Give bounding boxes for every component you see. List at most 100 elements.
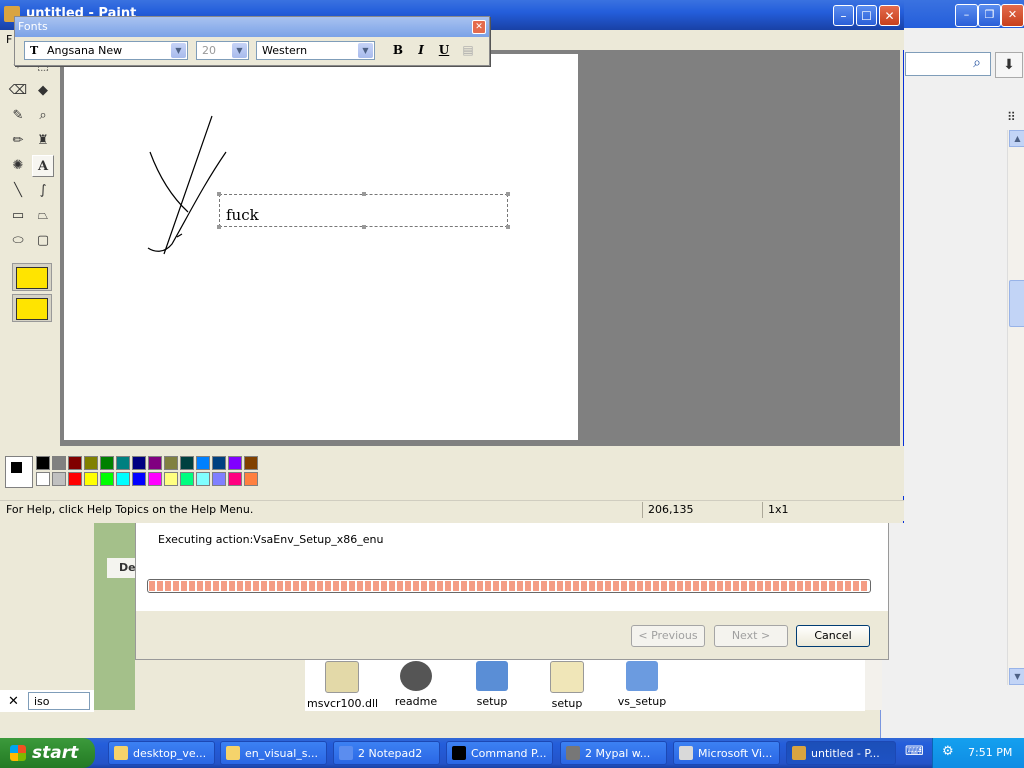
file-item[interactable]: setup [532, 661, 602, 710]
minimize-icon[interactable]: – [833, 5, 854, 26]
cancel-button[interactable]: Cancel [796, 625, 870, 647]
color-swatch[interactable] [180, 472, 194, 486]
close-icon[interactable]: ✕ [1001, 4, 1024, 27]
search-icon[interactable]: ⌕ [967, 53, 987, 73]
font-size-select[interactable]: 20 ▼ [196, 41, 249, 60]
resize-handle[interactable] [506, 192, 510, 196]
fonts-toolbar-titlebar[interactable]: Fonts ✕ [15, 17, 489, 37]
script-select[interactable]: Western ▼ [256, 41, 375, 60]
color-swatch[interactable] [244, 472, 258, 486]
resize-handle[interactable] [362, 225, 366, 229]
color-swatch[interactable] [116, 472, 130, 486]
color-swatch[interactable] [148, 456, 162, 470]
color-swatch[interactable] [212, 472, 226, 486]
keyboard-icon[interactable]: ⌨ [905, 744, 924, 760]
file-item[interactable]: readme [381, 661, 451, 708]
transparent-background-option[interactable] [12, 294, 52, 322]
text-tool-icon[interactable]: A [32, 155, 54, 177]
raccoon-icon [400, 661, 432, 691]
explorer-tab[interactable]: De [107, 558, 136, 578]
close-find-icon[interactable]: ✕ [8, 694, 19, 709]
underline-button[interactable]: U [435, 41, 453, 60]
minimize-icon[interactable]: – [955, 4, 978, 27]
font-name-select[interactable]: T Angsana New ▼ [24, 41, 188, 60]
rounded-rect-icon[interactable]: ▢ [32, 230, 54, 252]
line-icon[interactable]: ╲ [7, 180, 29, 202]
next-button[interactable]: Next > [714, 625, 788, 647]
color-swatch[interactable] [84, 472, 98, 486]
find-input[interactable]: iso [28, 692, 90, 710]
network-icon[interactable]: ⚙ [942, 744, 958, 760]
bold-button[interactable]: B [389, 41, 407, 60]
ellipse-icon[interactable]: ⬭ [7, 230, 29, 252]
download-arrow-icon[interactable]: ⬇ [995, 52, 1023, 78]
color-swatch[interactable] [100, 472, 114, 486]
color-swatch[interactable] [52, 456, 66, 470]
resize-handle[interactable] [506, 225, 510, 229]
color-swatch[interactable] [196, 456, 210, 470]
background-scrollbar[interactable]: ▲ ▼ [1007, 130, 1024, 685]
polygon-icon[interactable]: ⏢ [32, 205, 54, 227]
taskbar-app-icon [339, 746, 353, 760]
color-swatch[interactable] [100, 456, 114, 470]
rectangle-icon[interactable]: ▭ [7, 205, 29, 227]
color-swatch[interactable] [52, 472, 66, 486]
windows-logo-icon [10, 745, 26, 761]
menu-file[interactable]: F [6, 33, 12, 46]
vertical-text-icon[interactable]: ▤ [459, 41, 477, 60]
file-item[interactable]: msvcr100.dll [307, 661, 378, 710]
chevron-down-icon[interactable]: ▼ [232, 43, 247, 58]
scroll-down-icon[interactable]: ▼ [1009, 668, 1024, 685]
fill-icon[interactable]: ◆ [32, 80, 54, 102]
previous-button[interactable]: < Previous [631, 625, 705, 647]
explorer-scrollbar[interactable] [865, 658, 882, 710]
color-swatch[interactable] [132, 472, 146, 486]
color-swatch[interactable] [228, 472, 242, 486]
text-entry-box[interactable] [219, 194, 508, 227]
maximize-icon[interactable]: ☐ [856, 5, 877, 26]
grid-icon: ⠿ [1007, 110, 1016, 124]
color-swatch[interactable] [180, 456, 194, 470]
color-swatch[interactable] [84, 456, 98, 470]
color-swatch[interactable] [36, 472, 50, 486]
resize-handle[interactable] [217, 192, 221, 196]
clock[interactable]: 7:51 PM [968, 746, 1012, 759]
color-swatch[interactable] [196, 472, 210, 486]
scroll-thumb[interactable] [1009, 280, 1024, 327]
airbrush-icon[interactable]: ✺ [7, 155, 29, 177]
chevron-down-icon[interactable]: ▼ [358, 43, 373, 58]
color-swatch[interactable] [116, 456, 130, 470]
eraser-icon[interactable]: ⌫ [7, 80, 29, 102]
magnifier-icon[interactable]: ⌕ [32, 105, 54, 127]
scroll-up-icon[interactable]: ▲ [1009, 130, 1024, 147]
color-swatch[interactable] [68, 456, 82, 470]
close-icon[interactable]: ✕ [472, 20, 486, 34]
pencil-icon[interactable]: ✏ [7, 130, 29, 152]
color-swatch[interactable] [132, 456, 146, 470]
brush-icon[interactable]: ♜ [32, 130, 54, 152]
color-swatch[interactable] [212, 456, 226, 470]
resize-handle[interactable] [217, 225, 221, 229]
curve-icon[interactable]: ∫ [32, 180, 54, 202]
color-swatch[interactable] [164, 456, 178, 470]
close-icon[interactable]: ✕ [879, 5, 900, 26]
restore-icon[interactable]: ❐ [978, 4, 1001, 27]
taskbar-app-icon [679, 746, 693, 760]
drawing-canvas[interactable] [64, 54, 578, 440]
color-swatch[interactable] [36, 456, 50, 470]
file-name: vs_setup [617, 695, 667, 708]
color-swatch[interactable] [164, 472, 178, 486]
color-picker-icon[interactable]: ✎ [7, 105, 29, 127]
italic-button[interactable]: I [412, 41, 430, 60]
current-color-box[interactable] [5, 456, 33, 488]
color-swatch[interactable] [68, 472, 82, 486]
file-item[interactable]: vs_setup [607, 661, 677, 708]
chevron-down-icon[interactable]: ▼ [171, 43, 186, 58]
opaque-background-option[interactable] [12, 263, 52, 291]
file-item[interactable]: setup [457, 661, 527, 708]
resize-handle[interactable] [362, 192, 366, 196]
color-swatch[interactable] [228, 456, 242, 470]
canvas-text[interactable]: fuck [226, 206, 259, 224]
color-swatch[interactable] [244, 456, 258, 470]
color-swatch[interactable] [148, 472, 162, 486]
